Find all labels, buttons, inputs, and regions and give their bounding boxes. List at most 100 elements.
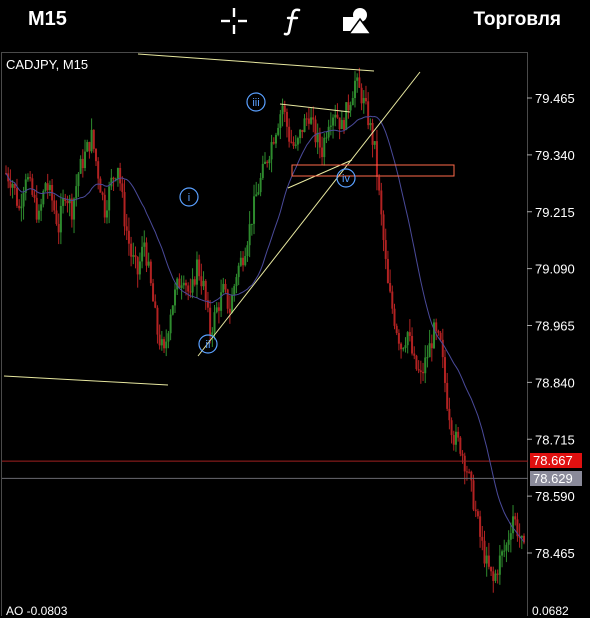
candle-body xyxy=(433,322,436,349)
candle-body xyxy=(463,455,466,472)
candle-body xyxy=(428,343,431,358)
candle-body xyxy=(171,305,174,315)
candle-body xyxy=(353,80,356,98)
candle-body xyxy=(268,159,271,164)
candle-body xyxy=(29,177,32,179)
candle-body xyxy=(351,97,354,106)
candle-body xyxy=(31,178,34,195)
candle-body xyxy=(55,210,58,224)
candle-body xyxy=(110,177,113,187)
candle-body xyxy=(233,286,236,296)
price-axis: 79.465 79.340 79.215 79.090 78.965 78.840 78.7… xyxy=(527,91,575,561)
candle-body xyxy=(481,536,484,541)
candle-body xyxy=(125,226,128,231)
candle-body xyxy=(277,127,280,135)
candle-body xyxy=(413,353,416,356)
candle-body xyxy=(367,101,370,126)
candle-body xyxy=(119,167,122,184)
candle-body xyxy=(59,205,62,233)
candle-body xyxy=(264,161,266,164)
candle-body xyxy=(97,161,100,179)
candle-body xyxy=(248,224,251,246)
candle-body xyxy=(79,158,82,174)
candle-body xyxy=(189,291,192,293)
candle-body xyxy=(99,178,102,193)
candle-body xyxy=(37,210,40,220)
candle-body xyxy=(393,308,396,326)
candle-body xyxy=(285,111,288,127)
candle-body xyxy=(483,540,486,564)
candle-body xyxy=(184,282,187,286)
candle-body xyxy=(105,210,108,218)
ask-price-tag: 78.629 xyxy=(530,471,582,486)
candle-body xyxy=(345,102,348,130)
candle-body xyxy=(127,230,130,244)
candle-body xyxy=(246,245,249,257)
candle-body xyxy=(228,308,231,313)
candle-body xyxy=(20,206,23,209)
candle-body xyxy=(498,555,501,575)
candle-body xyxy=(325,137,328,139)
candle-body xyxy=(448,408,451,421)
price-tick-label: 78.965 xyxy=(535,319,575,334)
candle-body xyxy=(422,371,425,374)
price-tick-label: 79.340 xyxy=(535,148,575,163)
candle-body xyxy=(224,283,227,290)
candle-body xyxy=(198,259,201,277)
candle-body xyxy=(408,332,411,336)
candle-body xyxy=(397,333,400,344)
candle-body xyxy=(400,343,403,350)
candle-body xyxy=(165,341,168,349)
candle-body xyxy=(391,291,394,309)
candle-body xyxy=(378,176,381,191)
candle-body xyxy=(138,261,141,275)
candle-body xyxy=(147,261,150,266)
candle-body xyxy=(485,555,488,564)
candle-body xyxy=(494,573,497,581)
candle-body xyxy=(215,307,218,313)
candle-body xyxy=(81,158,84,169)
candle-body xyxy=(257,192,260,195)
candle-body xyxy=(112,177,115,179)
candle-body xyxy=(48,184,51,191)
candle-body xyxy=(272,142,275,144)
candle-body xyxy=(101,192,104,195)
candle-body xyxy=(479,516,482,537)
candle-body xyxy=(220,292,223,311)
candle-body xyxy=(191,279,194,293)
candle-body xyxy=(152,283,155,302)
candle-body xyxy=(130,243,133,257)
candle-body xyxy=(430,343,433,349)
candle-body xyxy=(454,431,457,445)
candle-body xyxy=(386,258,389,284)
candle-body xyxy=(514,516,517,520)
candle-body xyxy=(94,148,97,162)
price-tick-label: 78.465 xyxy=(535,546,575,561)
candle-body xyxy=(149,261,152,284)
candle-body xyxy=(356,77,359,81)
candle-body xyxy=(18,205,21,209)
candle-body xyxy=(217,307,220,311)
candle-body xyxy=(305,118,308,120)
candle-body xyxy=(490,566,493,572)
symbol-label: CADJPY, M15 xyxy=(6,57,89,72)
candle-body xyxy=(255,194,258,197)
candle-body xyxy=(134,255,137,258)
candle-body xyxy=(406,332,409,346)
candle-body xyxy=(457,431,460,438)
candle-body xyxy=(283,105,286,112)
candle-body xyxy=(222,283,225,293)
candle-body xyxy=(237,265,240,278)
candle-body xyxy=(40,204,43,211)
candle-body xyxy=(116,167,119,179)
candle-body xyxy=(213,312,216,333)
price-chart[interactable]: iiiiiiiv 79.46579.34079.21579.09078.9657… xyxy=(0,0,590,616)
candle-body xyxy=(474,509,477,512)
candle-body xyxy=(88,142,91,152)
candle-body xyxy=(244,256,247,266)
candle-body xyxy=(68,198,71,204)
candle-body xyxy=(338,117,341,130)
candle-body xyxy=(261,163,264,178)
candle-body xyxy=(250,223,253,225)
candle-body xyxy=(204,280,207,301)
